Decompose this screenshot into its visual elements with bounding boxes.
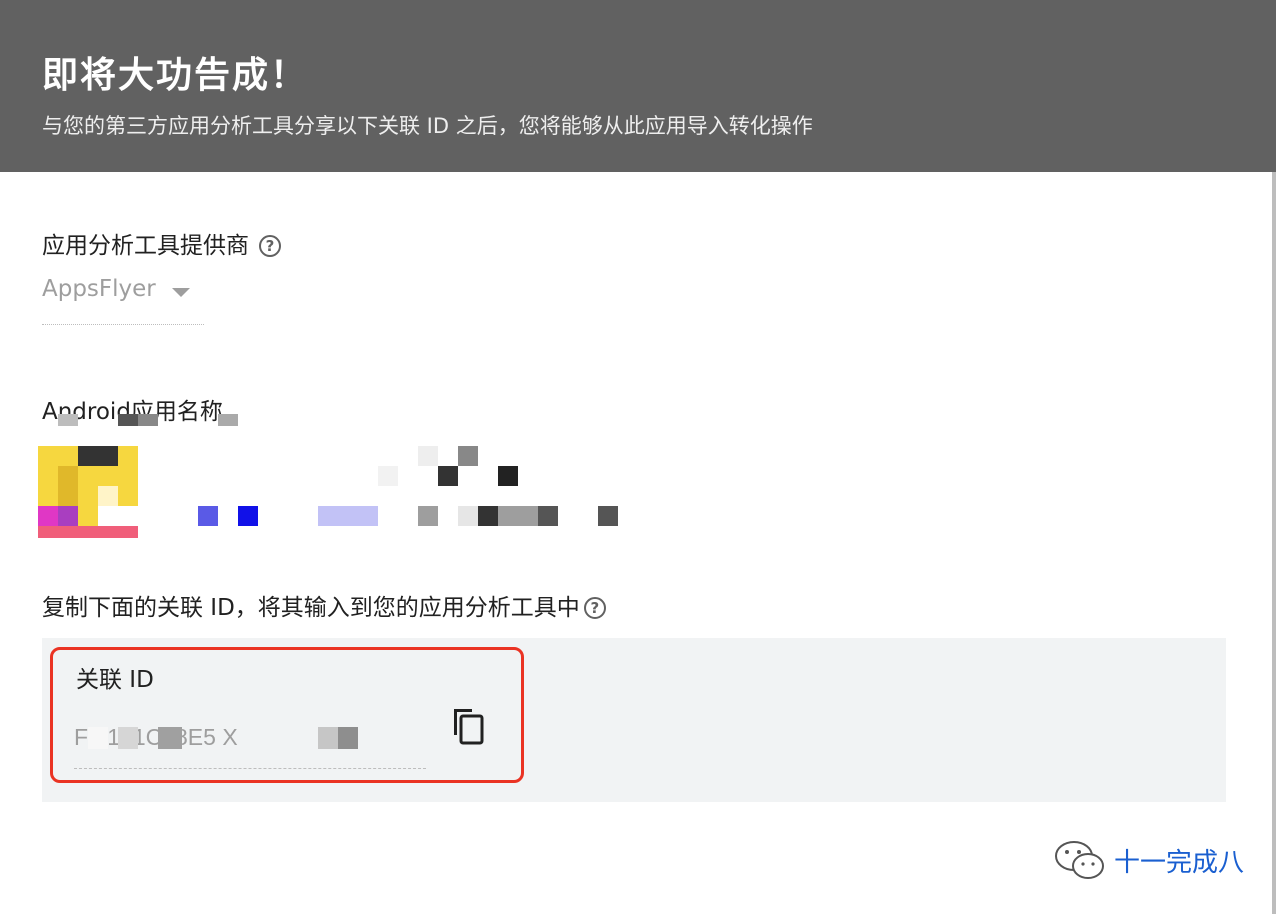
app-icon-pixel: [38, 506, 58, 526]
mosaic-block: [598, 506, 618, 526]
page-subtitle: 与您的第三方应用分析工具分享以下关联 ID 之后，您将能够从此应用导入转化操作: [42, 114, 813, 138]
link-id-field-label: 关联 ID: [76, 667, 154, 693]
mosaic-block: [458, 446, 478, 466]
watermark: 十一完成八: [1052, 838, 1252, 882]
mosaic-block: [118, 414, 138, 426]
mosaic-block: [58, 414, 78, 426]
link-id-instruction: 复制下面的关联 ID，将其输入到您的应用分析工具中: [42, 595, 580, 621]
page-header: 即将大功告成！ 与您的第三方应用分析工具分享以下关联 ID 之后，您将能够从此应…: [0, 0, 1276, 172]
mosaic-block: [498, 506, 538, 526]
app-icon-pixel: [98, 506, 138, 526]
mosaic-block: [318, 727, 338, 749]
mosaic-block: [538, 506, 558, 526]
mosaic-block: [138, 414, 158, 426]
app-icon-pixel: [58, 506, 78, 526]
link-id-instruction-row: 复制下面的关联 ID，将其输入到您的应用分析工具中?: [42, 588, 606, 622]
watermark-text: 十一完成八: [1114, 848, 1245, 878]
mosaic-block: [418, 446, 438, 466]
wechat-icon: [1055, 841, 1104, 879]
mosaic-block: [338, 727, 358, 749]
mosaic-block: [478, 506, 498, 526]
help-circle-icon[interactable]: ?: [583, 597, 606, 619]
mosaic-block: [118, 727, 138, 749]
mosaic-block: [218, 414, 238, 426]
mosaic-block: [458, 506, 478, 526]
mosaic-block: [438, 466, 458, 486]
mosaic-block: [318, 506, 378, 526]
provider-label: 应用分析工具提供商: [42, 233, 249, 259]
chevron-down-icon: [172, 288, 190, 297]
mosaic-block: [198, 506, 218, 526]
app-icon-pixel: [58, 466, 78, 506]
link-id-field[interactable]: F 7151C48E5 X: [74, 720, 426, 769]
mosaic-block: [498, 466, 518, 486]
mosaic-block: [238, 506, 258, 526]
provider-label-row: 应用分析工具提供商?: [42, 226, 281, 260]
app-icon-pixel: [38, 526, 138, 538]
provider-dropdown[interactable]: AppsFlyer: [42, 276, 204, 325]
mosaic-block: [88, 727, 108, 749]
mosaic-block: [158, 727, 182, 749]
provider-selected-value: AppsFlyer: [42, 276, 156, 302]
mosaic-block: [418, 506, 438, 526]
app-icon-pixel: [78, 446, 118, 466]
mosaic-block: [358, 727, 398, 749]
page-title: 即将大功告成！: [42, 55, 309, 96]
help-circle-icon[interactable]: ?: [259, 235, 281, 257]
scrollbar-edge: [1272, 172, 1276, 914]
mosaic-block: [378, 466, 398, 486]
app-item-redacted: [38, 414, 638, 544]
copy-icon[interactable]: [448, 705, 486, 747]
app-icon-pixel: [98, 486, 118, 506]
